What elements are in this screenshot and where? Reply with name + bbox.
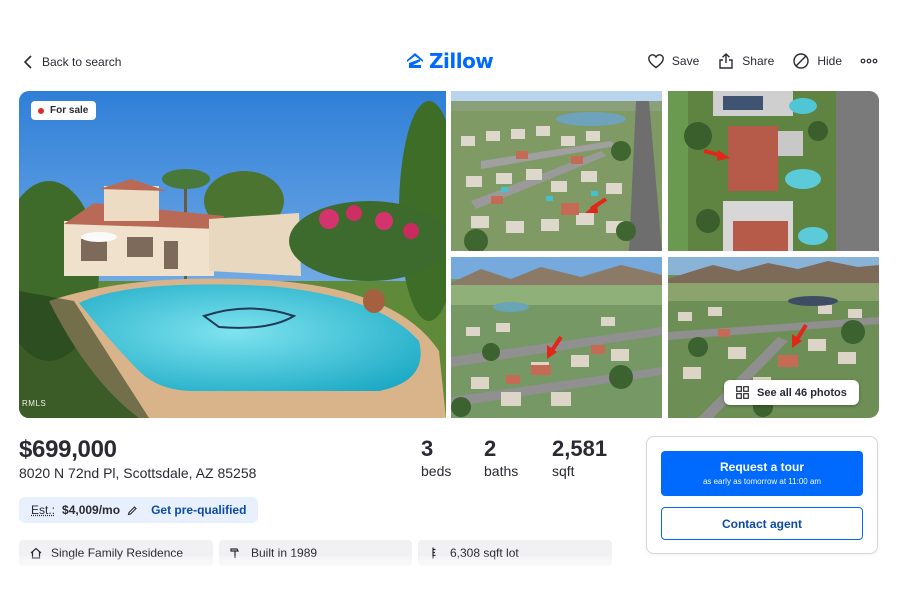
baths-value: 2 xyxy=(484,436,497,461)
get-prequalified-link[interactable]: Get pre-qualified xyxy=(151,503,246,517)
beds-label: beds xyxy=(421,463,452,479)
request-tour-label: Request a tour xyxy=(719,460,804,474)
estimate-label: Est.: xyxy=(31,503,56,517)
status-dot xyxy=(38,107,44,114)
sqft-value: 2,581 xyxy=(552,436,608,461)
baths-stat: 2 baths xyxy=(484,436,519,480)
listing-price: $699,000 xyxy=(19,436,117,463)
heart-icon xyxy=(648,54,664,69)
save-label: Save xyxy=(671,54,700,68)
request-tour-sublabel: as early as tomorrow at 11:00 am xyxy=(702,477,822,486)
top-bar: Back to search Zillow Save Share Hide xyxy=(0,46,900,82)
logo-text: Zillow xyxy=(429,49,494,73)
request-tour-button[interactable]: Request a tour as early as tomorrow at 1… xyxy=(661,451,863,496)
sqft-label: sqft xyxy=(552,463,575,479)
estimate-amount: $4,009/mo xyxy=(62,503,121,517)
baths-label: baths xyxy=(484,463,519,479)
zillow-house-icon xyxy=(407,53,423,68)
grid-icon xyxy=(736,386,749,399)
save-button[interactable]: Save xyxy=(647,52,699,70)
beds-stat: 3 beds xyxy=(421,436,452,480)
aerial-photo-3[interactable] xyxy=(451,257,662,418)
pencil-icon[interactable] xyxy=(127,505,138,516)
contact-agent-button[interactable]: Contact agent xyxy=(661,507,863,540)
back-label: Back to search xyxy=(42,55,122,69)
hide-label: Hide xyxy=(817,54,842,68)
more-icon xyxy=(860,58,878,64)
bottom-fade xyxy=(0,556,900,600)
main-photo[interactable] xyxy=(19,91,446,418)
estimated-payment[interactable]: Est.: $4,009/mo Get pre-qualified xyxy=(19,497,259,523)
share-icon xyxy=(719,53,733,69)
listing-address: 8020 N 72nd Pl, Scottsdale, AZ 85258 xyxy=(19,465,257,481)
aerial-photo-1[interactable] xyxy=(451,91,662,251)
see-all-photos-button[interactable]: See all 46 photos xyxy=(724,380,859,405)
zillow-logo[interactable]: Zillow xyxy=(405,49,494,73)
hide-icon xyxy=(793,53,810,69)
back-to-search-link[interactable]: Back to search xyxy=(22,54,121,70)
photo-gallery: For sale RMLS See all 46 photos xyxy=(19,91,879,418)
contact-card: Request a tour as early as tomorrow at 1… xyxy=(646,436,878,554)
sqft-stat: 2,581 sqft xyxy=(552,436,608,480)
see-all-label: See all 46 photos xyxy=(757,386,847,399)
more-options-button[interactable] xyxy=(860,52,878,70)
status-badge: For sale xyxy=(31,101,97,120)
mls-watermark: RMLS xyxy=(22,399,47,408)
chevron-left-icon xyxy=(23,55,32,69)
share-button[interactable]: Share xyxy=(717,52,774,70)
status-badge-label: For sale xyxy=(50,105,89,116)
share-label: Share xyxy=(742,54,775,68)
aerial-photo-2[interactable] xyxy=(668,91,879,251)
listing-actions: Save Share Hide xyxy=(647,52,878,70)
beds-value: 3 xyxy=(421,436,434,461)
hide-button[interactable]: Hide xyxy=(792,52,842,70)
